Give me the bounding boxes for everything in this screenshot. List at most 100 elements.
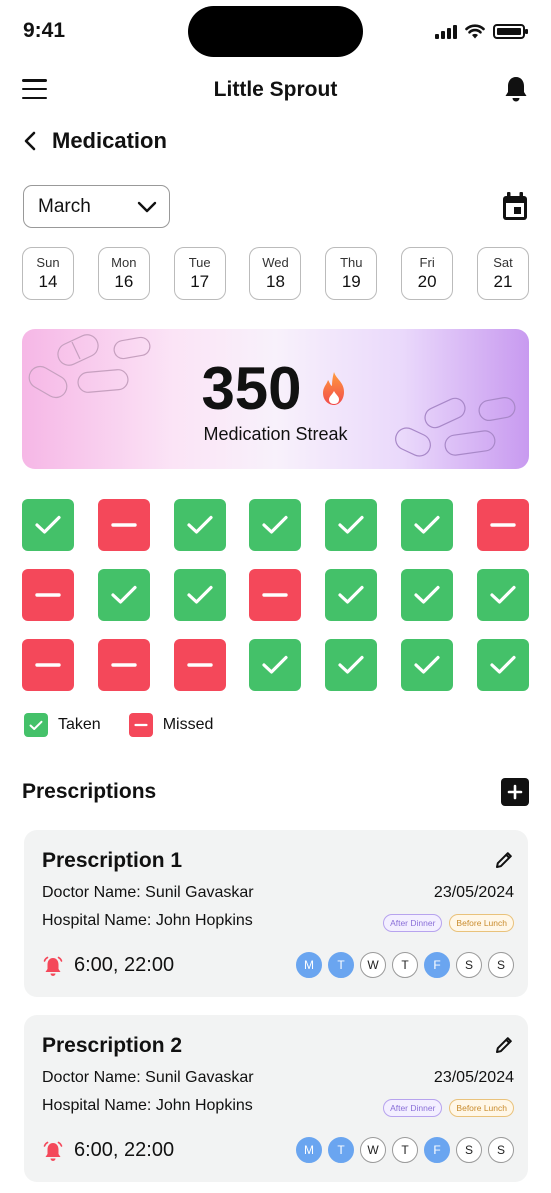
medication-cell-missed[interactable] [22,569,74,621]
streak-card: 350 Medication Streak [22,329,529,469]
check-icon [110,584,138,606]
medication-cell-taken[interactable] [476,569,529,621]
weekday-thu[interactable]: T [392,952,418,978]
day-number: 18 [266,272,285,291]
weekday-sat[interactable]: S [456,952,482,978]
legend: Taken Missed [24,713,213,737]
prescription-title: Prescription 2 [42,1034,183,1057]
weekday-tue[interactable]: T [328,1137,354,1163]
pencil-icon[interactable] [494,850,514,870]
medication-cell-taken[interactable] [325,569,378,621]
prescription-tags: After Dinner Before Lunch [383,1099,514,1117]
day-name: Mon [111,255,137,270]
prescription-date: 23/05/2024 [433,1069,514,1086]
prescription-tags: After Dinner Before Lunch [383,914,514,932]
day-pill-fri[interactable]: Fri 20 [401,247,454,300]
medication-cell-taken[interactable] [476,639,529,691]
minus-icon [110,662,138,668]
minus-icon [489,522,517,528]
medication-cell-taken[interactable] [401,639,454,691]
status-bar: 9:41 [0,0,551,62]
day-pill-thu[interactable]: Thu 19 [325,247,378,300]
legend-taken: Taken [24,713,101,737]
add-prescription-button[interactable] [501,778,529,806]
prescription-card[interactable]: Prescription 2 Doctor Name: Sunil Gavask… [24,1015,528,1182]
day-name: Sat [493,255,513,270]
medication-cell-taken[interactable] [249,499,302,551]
dynamic-island [188,6,363,57]
status-icons [435,24,528,39]
day-name: Sun [36,255,60,270]
weekday-tue[interactable]: T [328,952,354,978]
month-dropdown[interactable]: March [23,185,170,228]
weekday-sun[interactable]: S [488,952,514,978]
medication-cell-missed[interactable] [173,639,226,691]
check-icon [261,654,289,676]
weekday-mon[interactable]: M [296,1137,322,1163]
day-number: 17 [190,272,210,291]
legend-missed: Missed [128,713,213,737]
tag-after-dinner: After Dinner [383,914,443,932]
calendar-icon[interactable] [501,192,529,222]
app-header: Little Sprout [0,68,551,112]
medication-cell-taken[interactable] [173,569,226,621]
day-number: 16 [114,272,134,291]
day-name: Thu [340,255,363,270]
page-title: Medication [52,128,167,153]
medication-cell-taken[interactable] [173,499,226,551]
legend-taken-label: Taken [58,716,101,733]
day-pill-sat[interactable]: Sat 21 [476,247,529,300]
hospital-name: Hospital Name: John Hopkins [42,912,253,929]
medication-cell-missed[interactable] [476,499,529,551]
medication-cell-taken[interactable] [249,639,302,691]
check-icon [413,514,441,536]
weekday-fri[interactable]: F [424,1137,450,1163]
prescription-card[interactable]: Prescription 1 Doctor Name: Sunil Gavask… [24,830,528,997]
day-pill-mon[interactable]: Mon 16 [97,247,150,300]
streak-number-row: 350 [22,359,529,419]
day-pill-wed[interactable]: Wed 18 [249,247,302,300]
day-pill-sun[interactable]: Sun 14 [22,247,74,300]
alarm-icon [43,956,63,976]
alarm-row: 6:00, 22:00 [42,954,174,977]
pencil-icon[interactable] [494,1035,514,1055]
medication-cell-taken[interactable] [97,569,150,621]
weekday-sun[interactable]: S [488,1137,514,1163]
alarm-icon [43,1141,63,1161]
check-icon [337,654,365,676]
fire-icon [322,372,344,405]
minus-icon [128,713,153,737]
medication-cell-missed[interactable] [97,499,150,551]
medication-cell-missed[interactable] [22,639,74,691]
alarm-row: 6:00, 22:00 [42,1139,174,1162]
medication-cell-taken[interactable] [22,499,74,551]
medication-cell-taken[interactable] [325,499,378,551]
weekday-fri[interactable]: F [424,952,450,978]
check-icon [34,514,62,536]
weekday-wed[interactable]: W [360,1137,386,1163]
check-icon [489,654,517,676]
medication-cell-taken[interactable] [401,569,454,621]
medication-cell-missed[interactable] [97,639,150,691]
bell-icon[interactable] [503,75,529,103]
check-icon [186,514,214,536]
medication-cell-taken[interactable] [401,499,454,551]
day-pill-tue[interactable]: Tue 17 [173,247,226,300]
day-name: Tue [188,255,211,270]
weekday-mon[interactable]: M [296,952,322,978]
weekday-wed[interactable]: W [360,952,386,978]
day-number: 14 [38,272,58,291]
weekday-sat[interactable]: S [456,1137,482,1163]
wifi-icon [465,24,485,39]
back-icon[interactable] [22,130,38,152]
chevron-down-icon [137,201,157,212]
medication-cell-taken[interactable] [325,639,378,691]
minus-icon [261,592,289,598]
minus-icon [186,662,214,668]
weekday-selector: M T W T F S S [296,952,514,978]
weekday-thu[interactable]: T [392,1137,418,1163]
minus-icon [110,522,138,528]
alarm-times: 6:00, 22:00 [74,954,175,976]
check-icon [337,584,365,606]
medication-cell-missed[interactable] [249,569,302,621]
